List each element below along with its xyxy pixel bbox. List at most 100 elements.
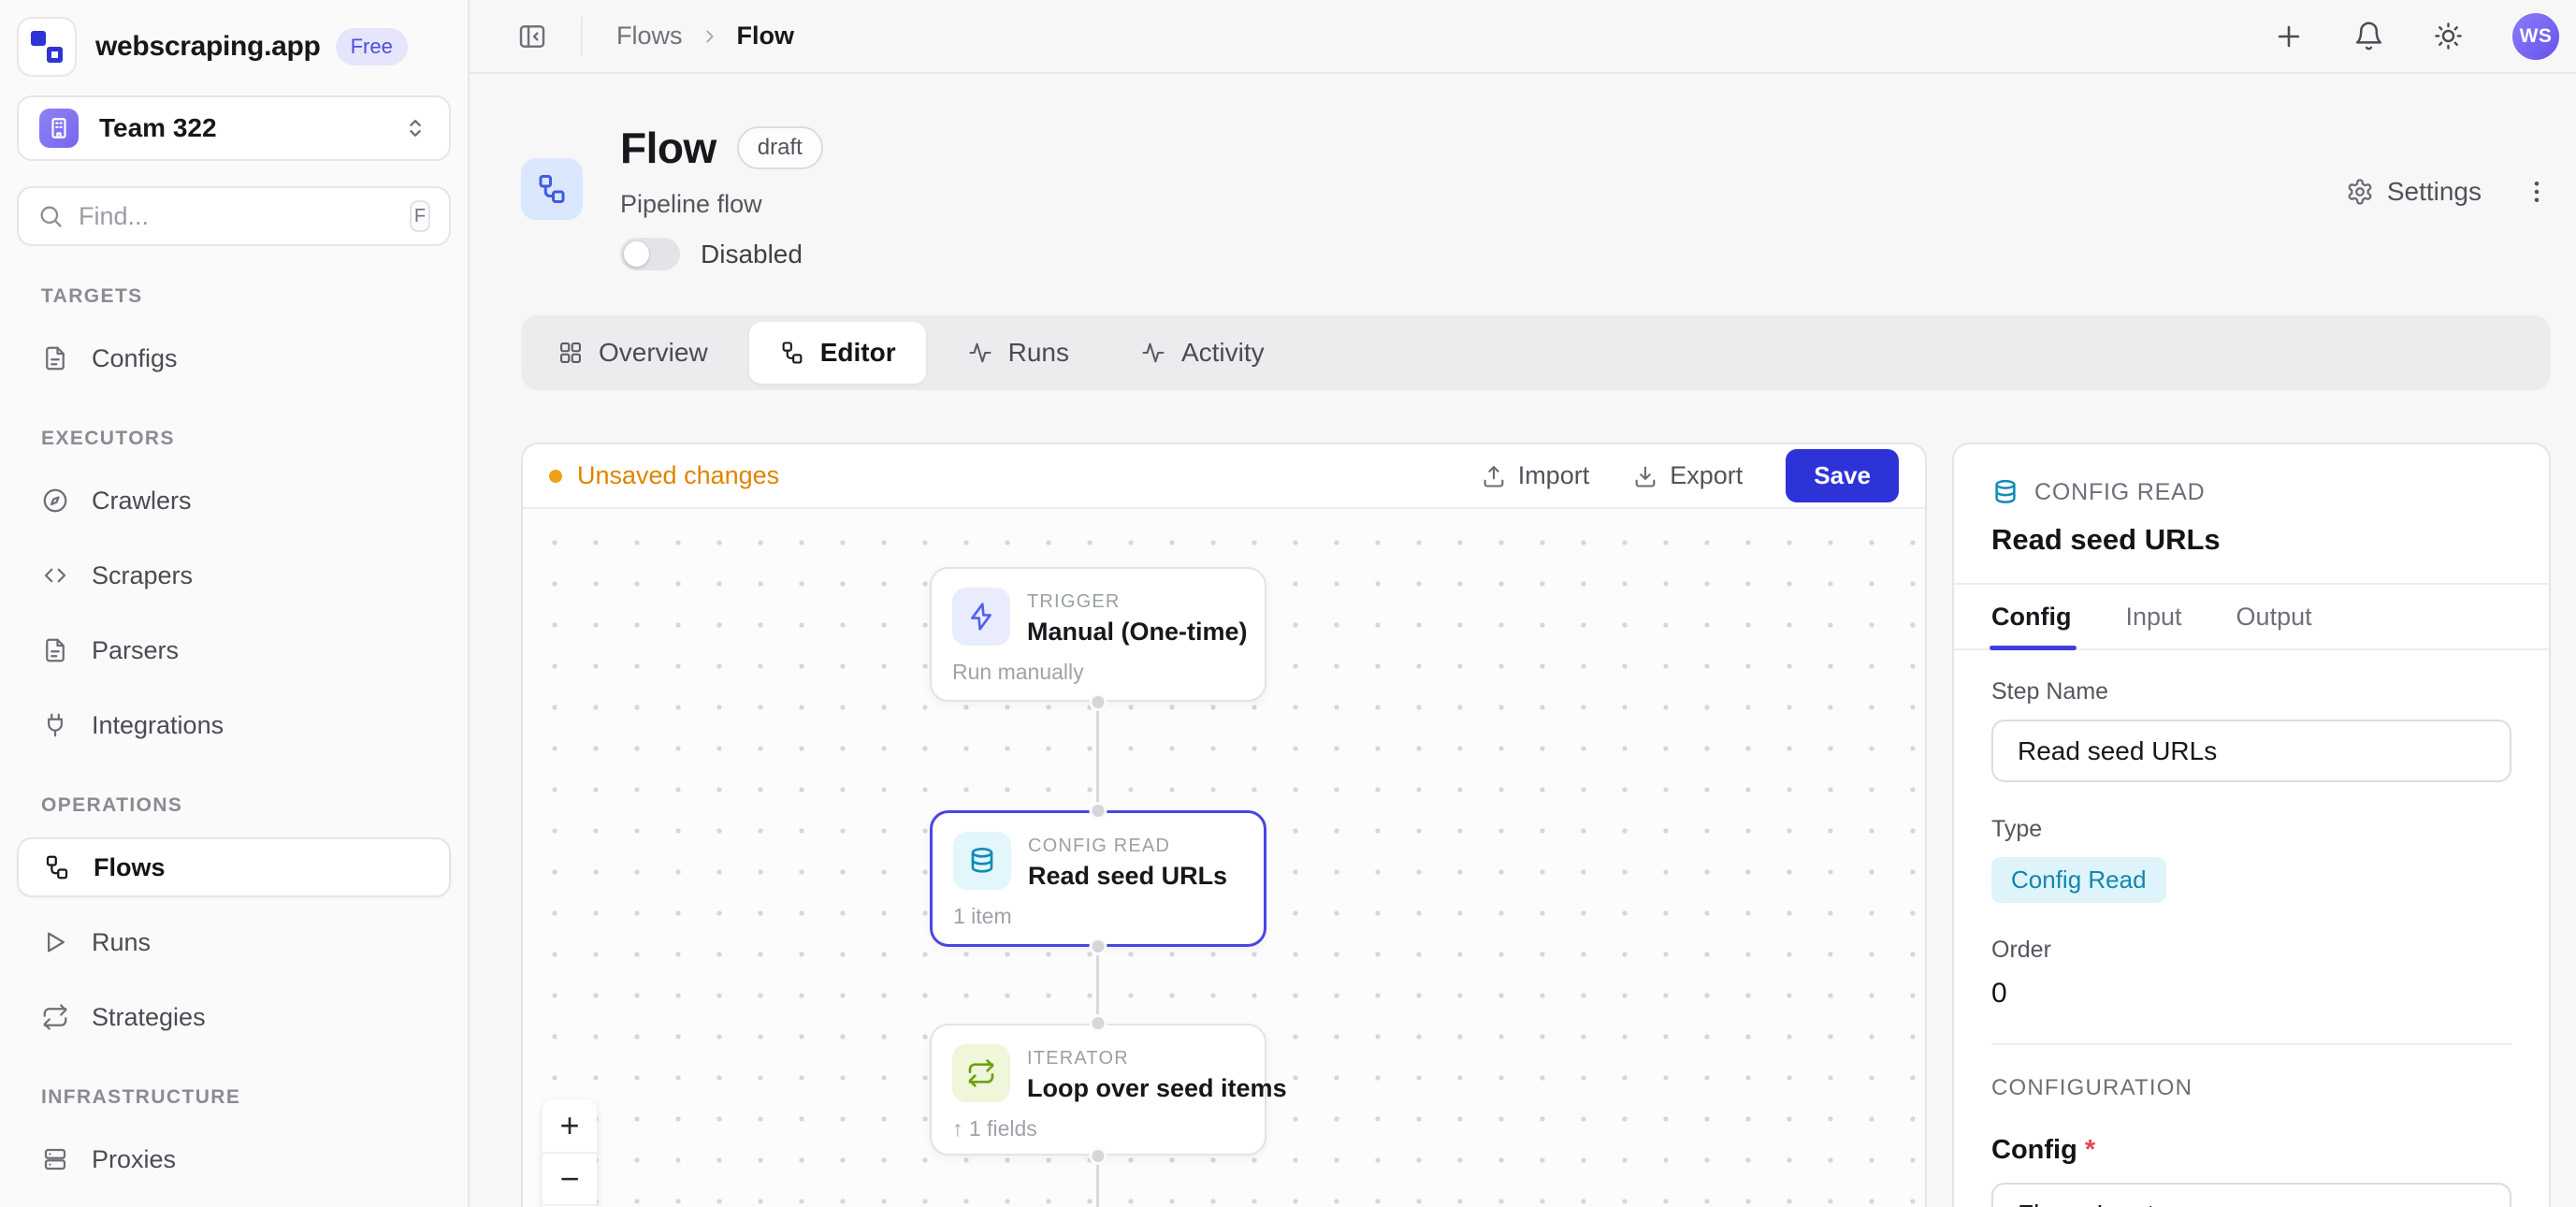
notifications-bell-icon[interactable]	[2353, 21, 2384, 51]
workflow-icon	[43, 853, 71, 881]
topbar: Flows Flow WS	[470, 0, 2576, 74]
team-building-icon	[39, 109, 79, 148]
toggle-label: Disabled	[701, 240, 803, 269]
activity-icon	[967, 340, 993, 366]
import-button[interactable]: Import	[1481, 461, 1590, 490]
activity-icon	[1140, 340, 1166, 366]
sidebar-item-label: Configs	[92, 344, 178, 373]
flow-header: Flow draft Pipeline flow Disabled Settin…	[521, 123, 2551, 270]
chevron-updown-icon	[402, 115, 428, 141]
kebab-menu-icon[interactable]	[2523, 178, 2551, 206]
node-config-read[interactable]: CONFIG READ Read seed URLs 1 item	[930, 810, 1266, 947]
sidebar-item-label: Strategies	[92, 1003, 206, 1032]
database-icon	[953, 832, 1011, 890]
sidebar-item-flows[interactable]: Flows	[17, 837, 451, 897]
sidebar-item-parsers[interactable]: Parsers	[17, 620, 451, 680]
flow-canvas[interactable]: TRIGGER Manual (One-time) Run manually C…	[523, 509, 1925, 1207]
sidebar-section-operations: OPERATIONS	[41, 794, 451, 817]
search-box[interactable]: F	[17, 186, 451, 246]
sidebar-collapse-icon[interactable]	[517, 22, 547, 51]
tab-runs[interactable]: Runs	[937, 322, 1099, 384]
inspector-tabbar: Config Input Output	[1954, 583, 2549, 650]
divider	[1991, 1043, 2511, 1045]
flow-subtitle: Pipeline flow	[620, 190, 823, 219]
sidebar-item-proxies[interactable]: Proxies	[17, 1129, 451, 1189]
node-trigger[interactable]: TRIGGER Manual (One-time) Run manually	[930, 567, 1266, 702]
flow-tabbar: Overview Editor Runs Activity	[521, 315, 2551, 390]
settings-button[interactable]: Settings	[2346, 177, 2482, 207]
sidebar-item-scrapers[interactable]: Scrapers	[17, 545, 451, 605]
inspector-type-label: CONFIG READ	[2034, 479, 2205, 506]
compass-icon	[41, 487, 69, 515]
breadcrumb-flows-link[interactable]: Flows	[616, 22, 683, 51]
connection-handle[interactable]	[1090, 1147, 1107, 1165]
save-button[interactable]: Save	[1786, 449, 1899, 502]
inspector-title: Read seed URLs	[1991, 523, 2511, 557]
sidebar-item-label: Parsers	[92, 636, 179, 665]
breadcrumb-current: Flow	[737, 22, 795, 51]
tab-label: Runs	[1008, 338, 1069, 368]
team-switcher[interactable]: Team 322	[17, 95, 451, 161]
app-title: webscraping.app	[95, 31, 321, 63]
node-name: Read seed URLs	[1028, 862, 1227, 891]
node-name: Loop over seed items	[1027, 1074, 1287, 1103]
connection-handle[interactable]	[1090, 1014, 1107, 1032]
node-meta: 1 item	[953, 904, 1243, 929]
team-name: Team 322	[99, 113, 402, 143]
step-name-label: Step Name	[1991, 678, 2511, 705]
settings-label: Settings	[2387, 177, 2482, 207]
app-logo-icon	[17, 17, 77, 77]
config-select[interactable]: Flow - Input	[1991, 1183, 2511, 1207]
tab-activity[interactable]: Activity	[1110, 322, 1295, 384]
sidebar-item-configs[interactable]: Configs	[17, 328, 451, 388]
export-label: Export	[1670, 461, 1743, 490]
file-icon	[41, 344, 69, 372]
sidebar-item-label: Integrations	[92, 711, 224, 740]
sidebar-section-targets: TARGETS	[41, 285, 451, 308]
zoom-in-button[interactable]: +	[543, 1099, 597, 1152]
code-icon	[41, 561, 69, 589]
brand[interactable]: webscraping.app Free	[17, 0, 451, 94]
node-type-label: TRIGGER	[1027, 591, 1248, 613]
tab-config[interactable]: Config	[1991, 585, 2071, 648]
plan-badge: Free	[336, 28, 408, 65]
sidebar-item-strategies[interactable]: Strategies	[17, 987, 451, 1047]
required-asterisk: *	[2085, 1135, 2095, 1166]
connection-handle[interactable]	[1090, 802, 1107, 820]
tab-editor[interactable]: Editor	[749, 322, 926, 384]
sidebar-item-runs[interactable]: Runs	[17, 912, 451, 972]
divider	[581, 17, 583, 56]
node-type-label: CONFIG READ	[1028, 836, 1227, 857]
tab-output[interactable]: Output	[2236, 585, 2312, 648]
server-icon	[41, 1145, 69, 1173]
connection-handle[interactable]	[1090, 693, 1107, 711]
sidebar-item-crawlers[interactable]: Crawlers	[17, 471, 451, 531]
zoom-out-button[interactable]: −	[543, 1152, 597, 1204]
sidebar-section-executors: EXECUTORS	[41, 428, 451, 450]
node-iterator[interactable]: ITERATOR Loop over seed items ↑ 1 fields	[930, 1024, 1266, 1156]
export-button[interactable]: Export	[1632, 461, 1743, 490]
plug-icon	[41, 711, 69, 739]
create-new-icon[interactable]	[2273, 21, 2305, 52]
user-avatar[interactable]: WS	[2512, 13, 2559, 60]
connection-handle[interactable]	[1090, 938, 1107, 955]
tab-input[interactable]: Input	[2125, 585, 2181, 648]
tab-label: Editor	[820, 338, 896, 368]
unsaved-label: Unsaved changes	[577, 461, 779, 490]
repeat-icon	[41, 1003, 69, 1031]
node-name: Manual (One-time)	[1027, 618, 1248, 647]
edge-connector	[1096, 704, 1099, 812]
type-label: Type	[1991, 816, 2511, 843]
workflow-icon	[779, 340, 805, 366]
import-label: Import	[1518, 461, 1590, 490]
flow-type-icon	[521, 158, 583, 220]
unsaved-dot-icon	[549, 470, 562, 483]
sidebar-item-integrations[interactable]: Integrations	[17, 695, 451, 755]
search-input[interactable]	[79, 202, 410, 231]
unsaved-changes-status: Unsaved changes	[549, 461, 779, 490]
tab-overview[interactable]: Overview	[528, 322, 738, 384]
step-name-input[interactable]	[1991, 720, 2511, 782]
theme-sun-icon[interactable]	[2433, 21, 2464, 51]
enabled-toggle[interactable]	[620, 238, 680, 270]
database-icon	[1991, 478, 2019, 506]
